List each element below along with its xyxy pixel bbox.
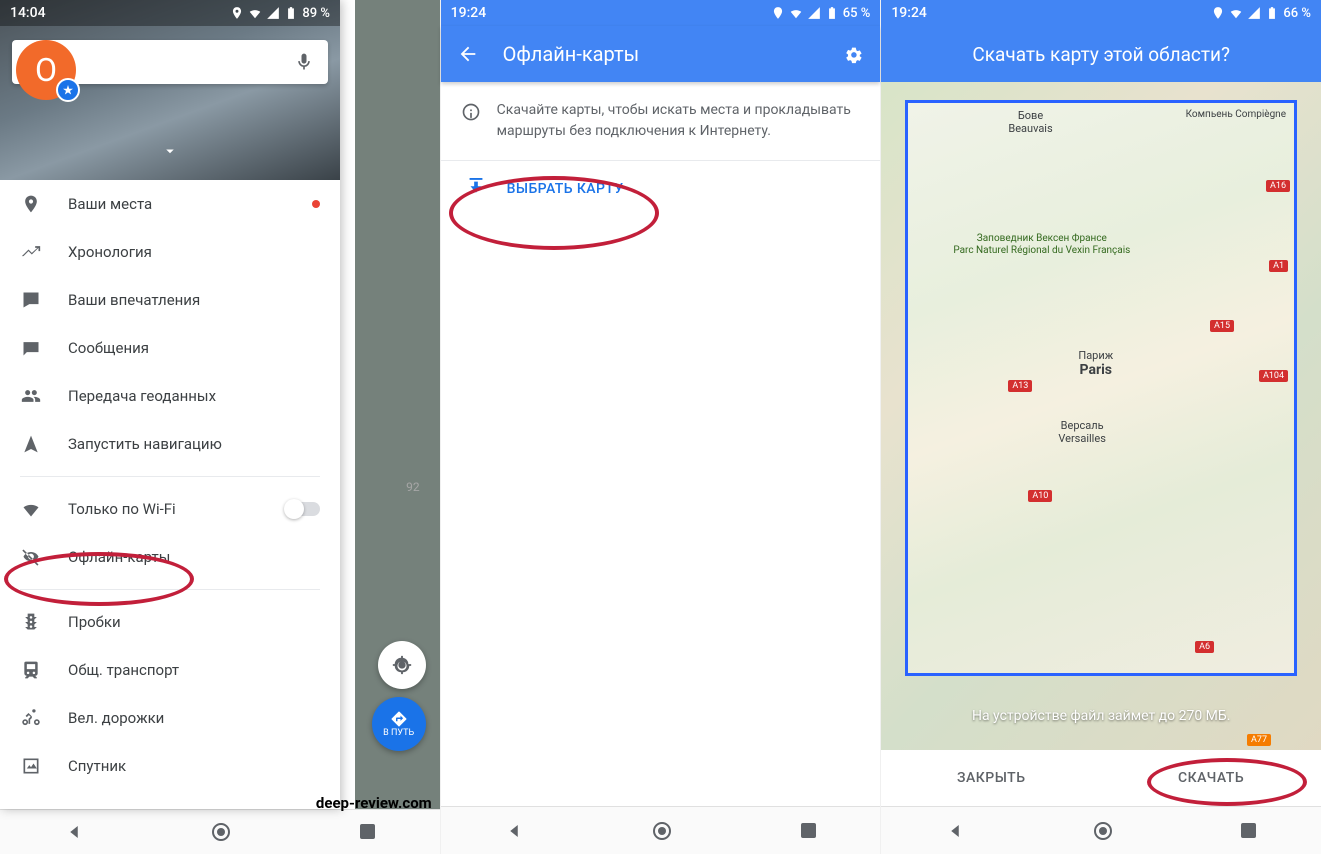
signal-icon	[807, 6, 821, 20]
menu-wifi-only[interactable]: Только по Wi-Fi	[0, 485, 340, 533]
select-map-button[interactable]: ВЫБРАТЬ КАРТУ	[441, 161, 881, 217]
wifi-icon	[248, 6, 262, 20]
status-bar: 19:24 65 %	[441, 0, 881, 26]
page-title: Офлайн-карты	[503, 42, 819, 66]
back-icon[interactable]	[457, 43, 479, 65]
nav-bar	[881, 806, 1321, 854]
transit-icon	[20, 660, 42, 680]
navigation-icon	[20, 434, 42, 454]
status-icons: 66 %	[1211, 6, 1311, 21]
status-bar: 19:24 66 %	[881, 0, 1321, 26]
offline-icon	[20, 547, 42, 567]
status-icons: 89 %	[230, 6, 330, 21]
clock: 14:04	[10, 5, 46, 21]
menu-timeline[interactable]: Хронология	[0, 228, 340, 276]
signal-icon	[266, 6, 280, 20]
divider	[20, 476, 320, 477]
nav-recent-icon[interactable]	[1241, 823, 1256, 838]
nav-recent-icon[interactable]	[801, 823, 816, 838]
mic-icon[interactable]	[294, 52, 314, 72]
dialog-buttons: ЗАКРЫТЬ СКАЧАТЬ	[881, 750, 1321, 806]
nav-recent-icon[interactable]	[360, 824, 375, 839]
watermark: deep-review.com	[316, 794, 432, 812]
wifi-icon	[20, 499, 42, 519]
locate-button[interactable]	[378, 641, 426, 689]
menu-bike[interactable]: Вел. дорожки	[0, 694, 340, 742]
avatar[interactable]: O	[16, 40, 76, 100]
info-text: Скачайте карты, чтобы искать места и про…	[497, 100, 861, 142]
traffic-icon	[20, 612, 42, 632]
contributions-icon	[20, 290, 42, 310]
menu-satellite[interactable]: Спутник	[0, 742, 340, 790]
selection-rect[interactable]: БовеBeauvais Компьень Compiègne A16 A1 З…	[905, 100, 1297, 676]
battery-icon	[825, 6, 839, 20]
screenshot-download-area: 19:24 66 % Скачать карту этой области? Б…	[881, 0, 1321, 854]
screenshot-drawer: 92 14:04 89 % O	[0, 0, 440, 854]
bike-icon	[20, 708, 42, 728]
battery-icon	[1265, 6, 1279, 20]
map-area[interactable]: БовеBeauvais Компьень Compiègne A16 A1 З…	[881, 82, 1321, 750]
drawer-header: O	[0, 0, 340, 180]
location-icon	[771, 6, 785, 20]
nav-back-icon[interactable]	[65, 823, 83, 841]
nav-bar	[441, 806, 881, 854]
clock: 19:24	[451, 5, 487, 21]
nav-home-icon[interactable]	[1094, 822, 1112, 840]
menu-messages[interactable]: Сообщения	[0, 324, 340, 372]
screenshot-offline-maps: 19:24 65 % Офлайн-карты Скачайте карты, …	[441, 0, 881, 854]
menu-start-navigation[interactable]: Запустить навигацию	[0, 420, 340, 468]
menu-your-places[interactable]: Ваши места	[0, 180, 340, 228]
nav-home-icon[interactable]	[653, 822, 671, 840]
location-sharing-icon	[20, 386, 42, 406]
battery-icon	[284, 6, 298, 20]
expand-account-icon[interactable]	[0, 142, 340, 160]
directions-button[interactable]: В ПУТЬ	[372, 697, 426, 751]
menu-contributions[interactable]: Ваши впечатления	[0, 276, 340, 324]
location-icon	[1211, 6, 1225, 20]
info-icon	[461, 102, 481, 122]
wifi-icon	[789, 6, 803, 20]
signal-icon	[1247, 6, 1261, 20]
drawer-list: Ваши места Хронология Ваши впечатления С…	[0, 180, 340, 809]
close-button[interactable]: ЗАКРЫТЬ	[881, 750, 1101, 806]
nav-home-icon[interactable]	[212, 823, 230, 841]
messages-icon	[20, 338, 42, 358]
pin-icon	[20, 194, 42, 214]
contribute-badge-icon	[56, 78, 80, 102]
menu-location-sharing[interactable]: Передача геоданных	[0, 372, 340, 420]
clock: 19:24	[891, 5, 927, 21]
info-row: Скачайте карты, чтобы искать места и про…	[441, 82, 881, 161]
status-icons: 65 %	[771, 6, 871, 21]
wifi-icon	[1229, 6, 1243, 20]
timeline-icon	[20, 242, 42, 262]
download-button[interactable]: СКАЧАТЬ	[1101, 750, 1321, 806]
nav-back-icon[interactable]	[946, 822, 964, 840]
wifi-only-toggle[interactable]	[286, 502, 320, 516]
satellite-icon	[20, 756, 42, 776]
status-bar: 14:04 89 %	[0, 0, 340, 26]
notification-dot	[312, 200, 320, 208]
location-icon	[230, 6, 244, 20]
download-icon	[465, 178, 487, 200]
menu-offline-maps[interactable]: Офлайн-карты	[0, 533, 340, 581]
nav-back-icon[interactable]	[505, 822, 523, 840]
app-bar: Офлайн-карты	[441, 26, 881, 82]
nav-bar	[0, 809, 440, 854]
filesize-text: На устройстве файл займет до 270 МБ.	[881, 708, 1321, 724]
divider	[20, 589, 320, 590]
menu-transit[interactable]: Общ. транспорт	[0, 646, 340, 694]
gear-icon[interactable]	[842, 43, 864, 65]
download-header: Скачать карту этой области?	[881, 26, 1321, 82]
menu-traffic[interactable]: Пробки	[0, 598, 340, 646]
